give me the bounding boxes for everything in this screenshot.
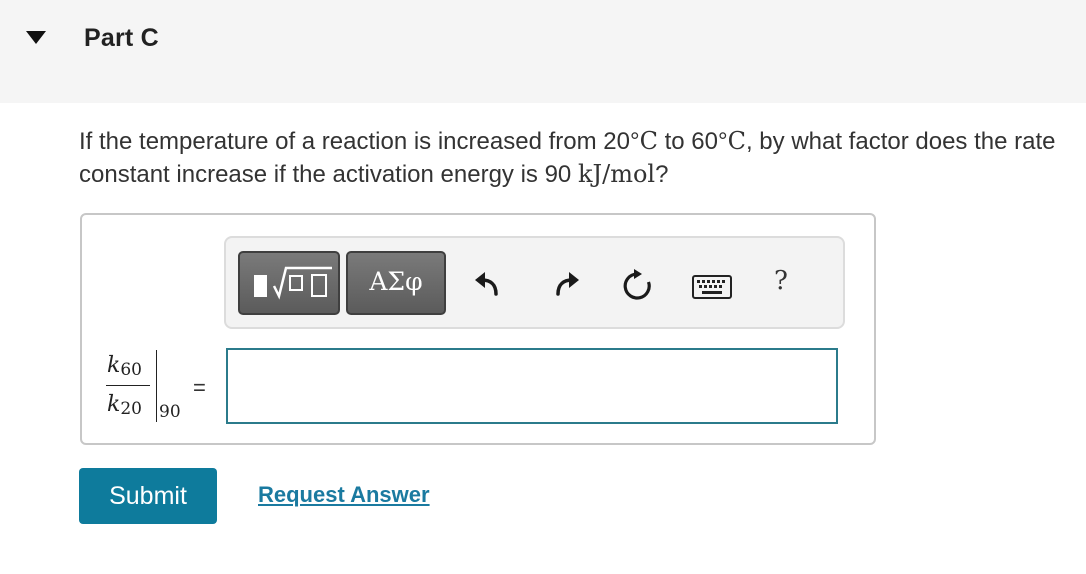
- unit-kj-per-mol: kJ/mol: [577, 160, 656, 188]
- evaluation-subscript: 90: [159, 402, 181, 422]
- equals-sign: =: [193, 375, 206, 400]
- unit-celsius: C: [639, 127, 658, 155]
- fraction-denominator: k20: [107, 392, 142, 419]
- greek-symbols-button[interactable]: ΑΣφ: [346, 251, 446, 315]
- redo-icon[interactable]: [550, 268, 582, 300]
- question-text-part: If the temperature of a reaction is incr…: [79, 128, 630, 155]
- help-button[interactable]: ?: [774, 266, 788, 296]
- question-text: If the temperature of a reaction is incr…: [79, 125, 1069, 191]
- rate-ratio-expression: k60 k20 90 =: [100, 348, 220, 428]
- degree-symbol: °: [629, 128, 640, 155]
- greek-symbols-label: ΑΣφ: [369, 267, 423, 296]
- request-answer-link[interactable]: Request Answer: [258, 482, 430, 508]
- templates-icon: [254, 266, 332, 300]
- unit-celsius: C: [727, 127, 746, 155]
- fraction-numerator: k60: [107, 353, 142, 380]
- answer-input[interactable]: [226, 348, 838, 424]
- degree-symbol: °: [717, 128, 728, 155]
- part-title: Part C: [84, 24, 159, 52]
- undo-icon[interactable]: [472, 268, 504, 300]
- part-header: Part C: [0, 0, 1086, 103]
- templates-button[interactable]: [238, 251, 340, 315]
- fraction-bar: [106, 385, 150, 386]
- numerator-subscript: 60: [120, 360, 142, 380]
- keyboard-icon[interactable]: [692, 275, 732, 299]
- reset-icon[interactable]: [620, 269, 654, 303]
- collapse-caret-icon[interactable]: [26, 31, 46, 44]
- math-toolbar: ΑΣφ ?: [224, 236, 845, 329]
- evaluation-bar: [156, 350, 157, 422]
- denominator-subscript: 20: [120, 399, 142, 419]
- question-text-part: to 60: [657, 128, 718, 155]
- denominator-variable: k: [107, 392, 121, 417]
- numerator-variable: k: [107, 353, 121, 378]
- submit-button[interactable]: Submit: [79, 468, 217, 524]
- question-text-part: ?: [655, 161, 669, 188]
